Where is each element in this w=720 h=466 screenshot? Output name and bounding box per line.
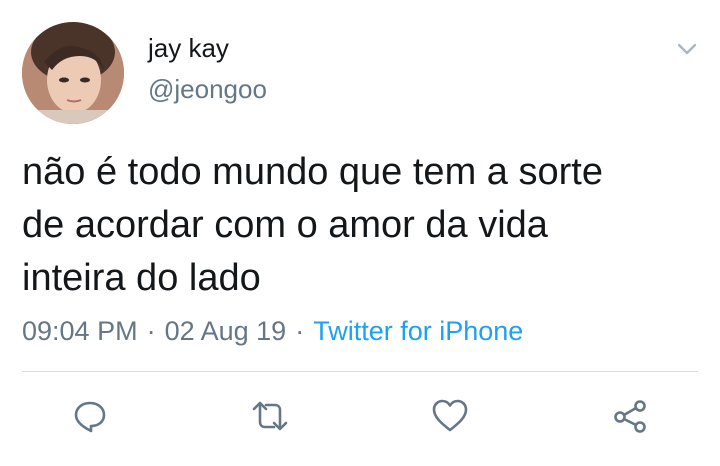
tweet-card: jay kay @jeongoo não é todo mundo que te…	[0, 0, 720, 466]
action-bar	[0, 394, 720, 438]
meta-separator: ·	[146, 316, 156, 346]
tweet-text: não é todo mundo que tem a sorte de acor…	[22, 151, 603, 299]
heart-icon	[432, 399, 468, 432]
tweet-time: 09:04 PM	[22, 316, 138, 346]
reply-icon	[74, 401, 106, 433]
tweet-meta: 09:04 PM · 02 Aug 19 · Twitter for iPhone	[22, 313, 523, 349]
reply-button[interactable]	[68, 394, 112, 438]
meta-separator: ·	[295, 316, 305, 346]
avatar-image	[22, 22, 124, 124]
user-handle[interactable]: @jeongoo	[148, 73, 267, 105]
tweet-source-link[interactable]: Twitter for iPhone	[313, 316, 523, 346]
avatar[interactable]	[22, 22, 124, 124]
like-button[interactable]	[428, 394, 472, 438]
chevron-down-icon[interactable]	[674, 36, 700, 62]
share-icon	[614, 400, 646, 433]
divider	[22, 371, 698, 372]
retweet-button[interactable]	[248, 394, 292, 438]
share-button[interactable]	[608, 394, 652, 438]
display-name[interactable]: jay kay	[148, 32, 229, 64]
tweet-date[interactable]: 02 Aug 19	[165, 316, 287, 346]
retweet-icon	[252, 401, 288, 431]
